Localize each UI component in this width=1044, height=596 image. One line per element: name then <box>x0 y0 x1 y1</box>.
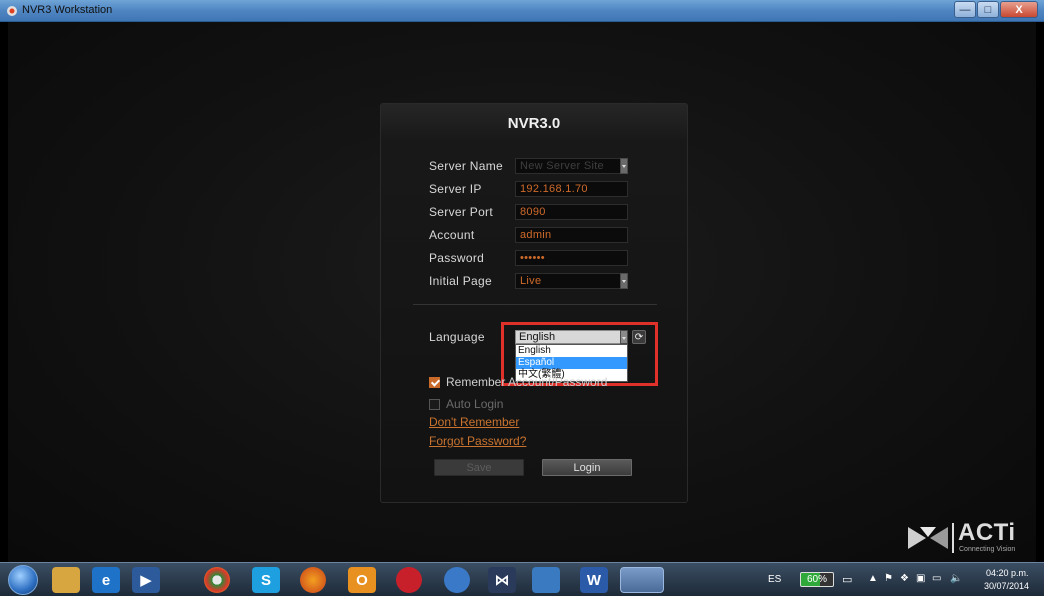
password-label: Password <box>429 251 485 265</box>
remember-row[interactable]: Remember Account/Password <box>429 375 607 389</box>
remember-checkbox[interactable] <box>429 376 440 388</box>
device-icon[interactable]: ▣ <box>916 573 925 584</box>
chevron-down-icon[interactable] <box>620 158 628 174</box>
minimize-button[interactable]: — <box>954 1 976 18</box>
logo-divider <box>952 523 954 553</box>
app-blue-icon[interactable] <box>532 567 560 593</box>
app-red-icon[interactable] <box>396 567 422 593</box>
server-ip-row: Server IP 192.168.1.70 <box>429 181 628 197</box>
panel-title: NVR3.0 <box>381 104 687 142</box>
initial-page-value: Live <box>520 275 542 287</box>
input-language[interactable]: ES <box>768 574 781 585</box>
outlook-icon[interactable]: O <box>348 567 376 593</box>
auto-login-checkbox[interactable] <box>429 398 440 410</box>
account-row: Account admin <box>429 227 628 243</box>
clock-time[interactable]: 04:20 p.m. <box>986 568 1029 578</box>
server-name-row: Server Name New Server Site <box>429 158 628 174</box>
power-icon[interactable]: ▭ <box>932 573 941 584</box>
acti-logo: ACTi Connecting Vision <box>908 519 1038 559</box>
account-input[interactable]: admin <box>515 227 628 243</box>
server-name-label: Server Name <box>429 159 503 173</box>
initial-page-label: Initial Page <box>429 274 492 288</box>
initial-page-select[interactable]: Live <box>515 273 628 289</box>
chrome-icon[interactable] <box>204 567 230 593</box>
skype-icon[interactable]: S <box>252 567 280 593</box>
server-port-label: Server Port <box>429 205 493 219</box>
forgot-password-link[interactable]: Forgot Password? <box>429 434 526 448</box>
password-input[interactable]: •••••• <box>515 250 628 266</box>
speaker-icon[interactable]: 🔈 <box>950 573 962 584</box>
battery-icon[interactable]: 60% <box>800 572 834 587</box>
show-hidden-icons-icon[interactable]: ▲ <box>868 573 878 584</box>
chevron-down-icon[interactable] <box>620 273 628 289</box>
window-title: NVR3 Workstation <box>22 4 113 16</box>
dont-remember-link[interactable]: Don't Remember <box>429 415 519 429</box>
logo-tagline: Connecting Vision <box>959 546 1016 553</box>
workspace: NVR3.0 Server Name New Server Site Serve… <box>8 22 1036 562</box>
initial-page-row: Initial Page Live <box>429 273 628 289</box>
account-label: Account <box>429 228 475 242</box>
login-button[interactable]: Login <box>542 459 632 476</box>
maximize-button[interactable]: □ <box>977 1 999 18</box>
divider <box>413 304 657 305</box>
clock-date[interactable]: 30/07/2014 <box>984 581 1029 591</box>
nvr-taskbar-icon[interactable] <box>620 567 664 593</box>
save-button[interactable]: Save <box>434 459 524 476</box>
flag-icon[interactable]: ⚑ <box>884 573 893 584</box>
login-panel: NVR3.0 Server Name New Server Site Serve… <box>380 103 688 503</box>
server-ip-input[interactable]: 192.168.1.70 <box>515 181 628 197</box>
server-port-input[interactable]: 8090 <box>515 204 628 220</box>
server-port-row: Server Port 8090 <box>429 204 628 220</box>
server-name-select[interactable]: New Server Site <box>515 158 628 174</box>
nvr-app-icon <box>7 6 17 16</box>
media-player-icon[interactable]: ▶ <box>132 567 160 593</box>
auto-login-row[interactable]: Auto Login <box>429 397 503 411</box>
server-ip-label: Server IP <box>429 182 482 196</box>
server-name-placeholder: New Server Site <box>520 160 604 172</box>
internet-explorer-icon[interactable]: e <box>92 567 120 593</box>
password-row: Password •••••• <box>429 250 628 266</box>
app-user-icon[interactable] <box>444 567 470 593</box>
word-icon[interactable]: W <box>580 567 608 593</box>
start-button-icon[interactable] <box>8 565 38 595</box>
file-explorer-icon[interactable] <box>52 567 80 593</box>
logo-text: ACTi <box>958 519 1016 546</box>
close-button[interactable]: X <box>1000 1 1038 18</box>
taskbar: e ▶ S O ⋈ W ES 60% ▭ ▲ ⚑ ❖ ▣ ▭ 🔈 04:20 p… <box>0 562 1044 596</box>
acti-logo-mark-icon <box>908 527 948 549</box>
display-icon[interactable]: ▭ <box>842 573 852 586</box>
window-title-bar: NVR3 Workstation — □ X <box>0 0 1044 22</box>
firefox-icon[interactable] <box>300 567 326 593</box>
network-icon[interactable]: ❖ <box>900 573 909 584</box>
auto-login-label: Auto Login <box>446 397 504 411</box>
remember-label: Remember Account/Password <box>446 375 608 389</box>
acti-taskbar-icon[interactable]: ⋈ <box>488 567 516 593</box>
